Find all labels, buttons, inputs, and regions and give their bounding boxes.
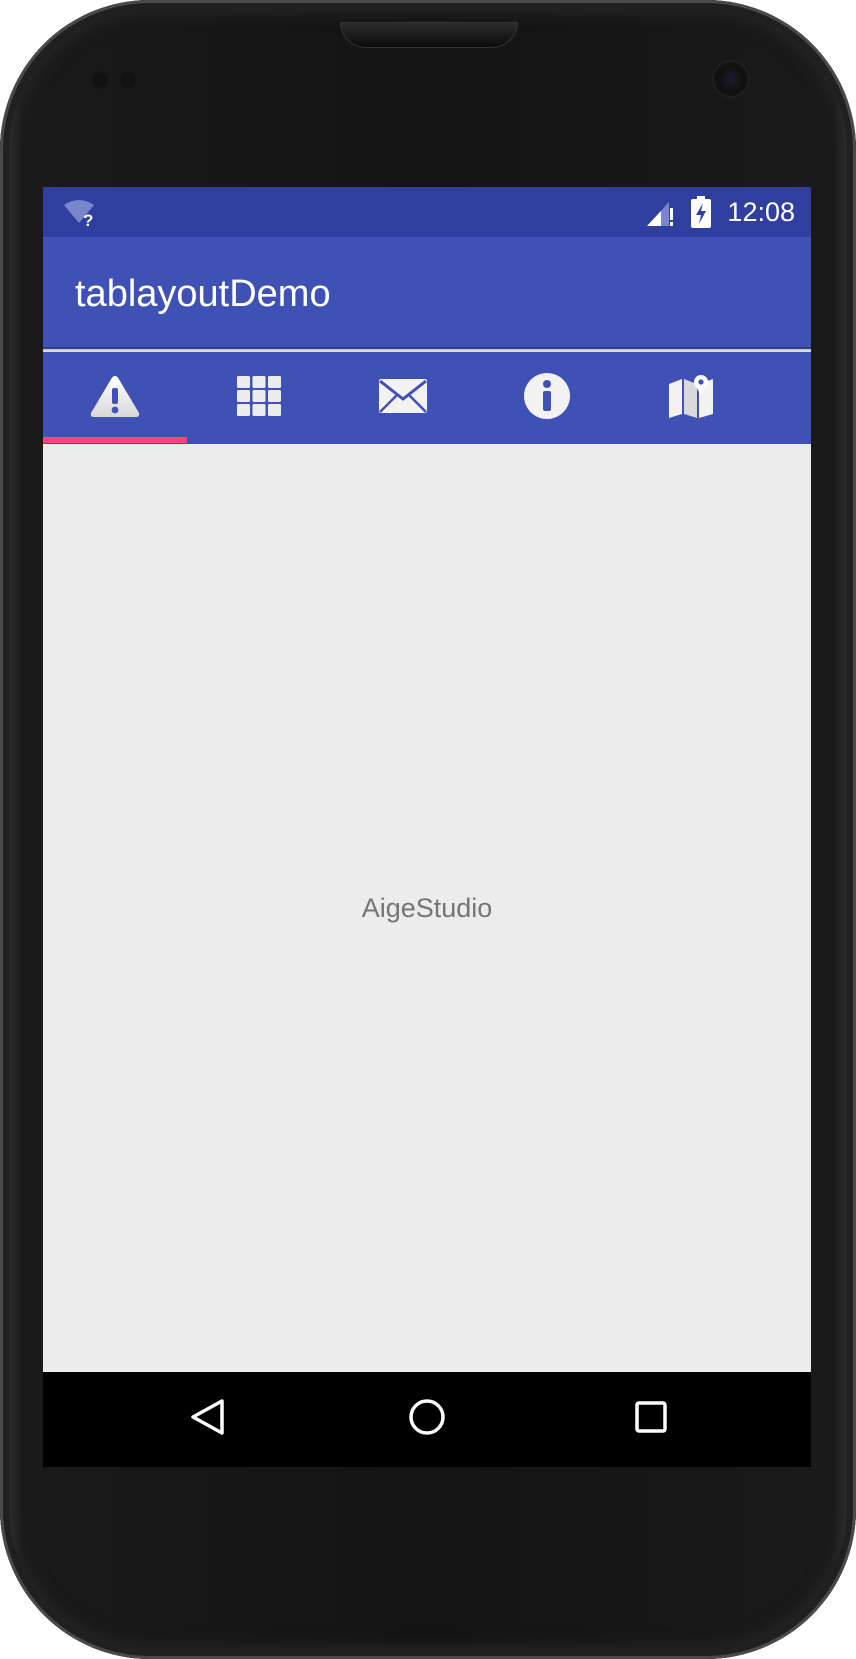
tab-warning[interactable] (43, 352, 187, 444)
content-text: AigeStudio (361, 893, 493, 923)
home-icon (408, 1398, 446, 1441)
device-frame-stage: ? 12:08 tablayoutDemo AigeStudio (0, 0, 856, 1659)
navigation-bar (43, 1372, 811, 1467)
phone-frame: ? 12:08 tablayoutDemo AigeStudio (0, 0, 856, 1659)
device-screen: ? 12:08 tablayoutDemo AigeStudio (43, 187, 811, 1467)
signal-no-data-icon (645, 199, 675, 232)
tab-grid[interactable] (187, 352, 331, 444)
app-title: tablayoutDemo (75, 273, 331, 315)
battery-charging-icon (690, 196, 712, 233)
mail-icon (378, 378, 428, 419)
proximity-sensor (90, 70, 110, 90)
nav-recents-button[interactable] (591, 1372, 711, 1467)
toolbar-shadow (43, 347, 811, 353)
map-icon (667, 374, 715, 423)
tab-mail[interactable] (331, 352, 475, 444)
nav-back-button[interactable] (147, 1372, 267, 1467)
tab-layout (43, 352, 811, 444)
status-bar: ? 12:08 (43, 187, 811, 237)
warning-icon (89, 373, 141, 424)
status-time: 12:08 (727, 197, 795, 227)
tab-info[interactable] (475, 352, 619, 444)
earpiece-speaker (340, 22, 518, 48)
app-toolbar: tablayoutDemo (43, 237, 811, 349)
wifi-unknown-icon: ? (63, 197, 97, 232)
light-sensor (118, 70, 138, 90)
front-camera (714, 62, 748, 96)
back-icon (189, 1398, 225, 1441)
recents-icon (634, 1400, 668, 1439)
info-icon (523, 372, 571, 425)
grid-icon (236, 375, 282, 422)
nav-home-button[interactable] (367, 1372, 487, 1467)
svg-text:?: ? (83, 211, 93, 227)
tab-map[interactable] (619, 352, 763, 444)
selected-tab-indicator (43, 437, 187, 443)
